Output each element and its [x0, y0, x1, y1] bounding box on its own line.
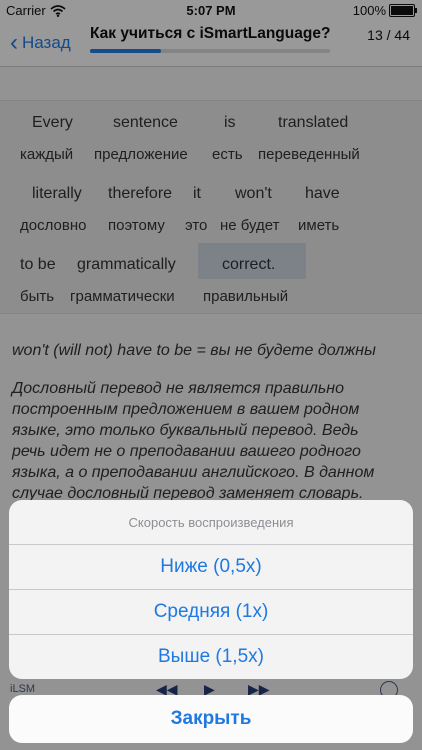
speed-option-normal[interactable]: Средняя (1x): [9, 590, 413, 635]
action-sheet-title: Скорость воспроизведения: [9, 500, 413, 545]
playback-speed-action-sheet: Скорость воспроизведения Ниже (0,5x) Сре…: [9, 500, 413, 679]
speed-option-slow[interactable]: Ниже (0,5x): [9, 545, 413, 590]
speed-option-fast[interactable]: Выше (1,5x): [9, 635, 413, 679]
close-button[interactable]: Закрыть: [9, 695, 413, 743]
